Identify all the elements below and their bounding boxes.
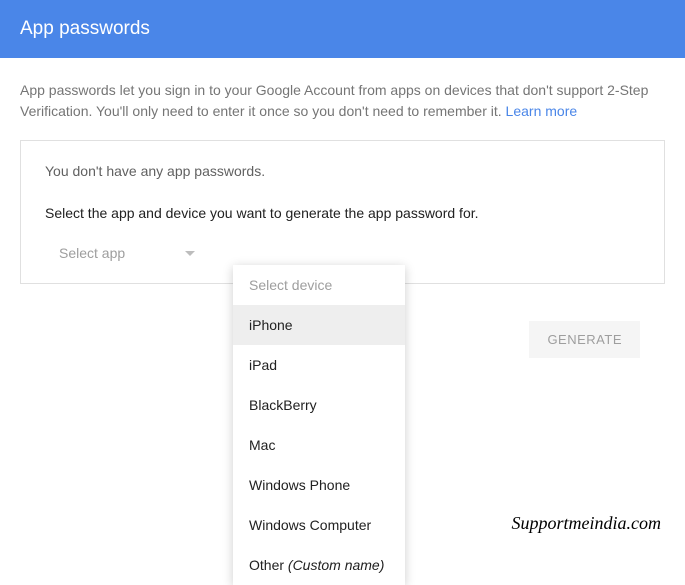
device-option-windows-phone[interactable]: Windows Phone bbox=[233, 465, 405, 505]
description-text: App passwords let you sign in to your Go… bbox=[0, 58, 685, 140]
device-option-ipad[interactable]: iPad bbox=[233, 345, 405, 385]
learn-more-link[interactable]: Learn more bbox=[506, 103, 578, 119]
page-header: App passwords bbox=[0, 0, 685, 58]
device-option-iphone[interactable]: iPhone bbox=[233, 305, 405, 345]
device-option-mac[interactable]: Mac bbox=[233, 425, 405, 465]
device-option-other-label: Other bbox=[249, 557, 288, 573]
empty-state-message: You don't have any app passwords. bbox=[45, 163, 640, 179]
instruction-text: Select the app and device you want to ge… bbox=[45, 205, 640, 221]
generate-button[interactable]: GENERATE bbox=[529, 321, 640, 358]
device-option-blackberry[interactable]: BlackBerry bbox=[233, 385, 405, 425]
page-title: App passwords bbox=[20, 18, 150, 39]
selector-row: Select app bbox=[45, 245, 640, 261]
device-dropdown-placeholder: Select device bbox=[233, 265, 405, 305]
device-option-other-hint: (Custom name) bbox=[288, 557, 384, 573]
select-device-dropdown-menu: Select device iPhone iPad BlackBerry Mac… bbox=[233, 265, 405, 585]
device-option-windows-computer[interactable]: Windows Computer bbox=[233, 505, 405, 545]
select-app-dropdown[interactable]: Select app bbox=[59, 245, 195, 261]
app-passwords-card: You don't have any app passwords. Select… bbox=[20, 140, 665, 284]
watermark-text: Supportmeindia.com bbox=[512, 513, 661, 534]
device-option-other[interactable]: Other (Custom name) bbox=[233, 545, 405, 585]
select-app-label: Select app bbox=[59, 245, 125, 261]
chevron-down-icon bbox=[185, 251, 195, 256]
